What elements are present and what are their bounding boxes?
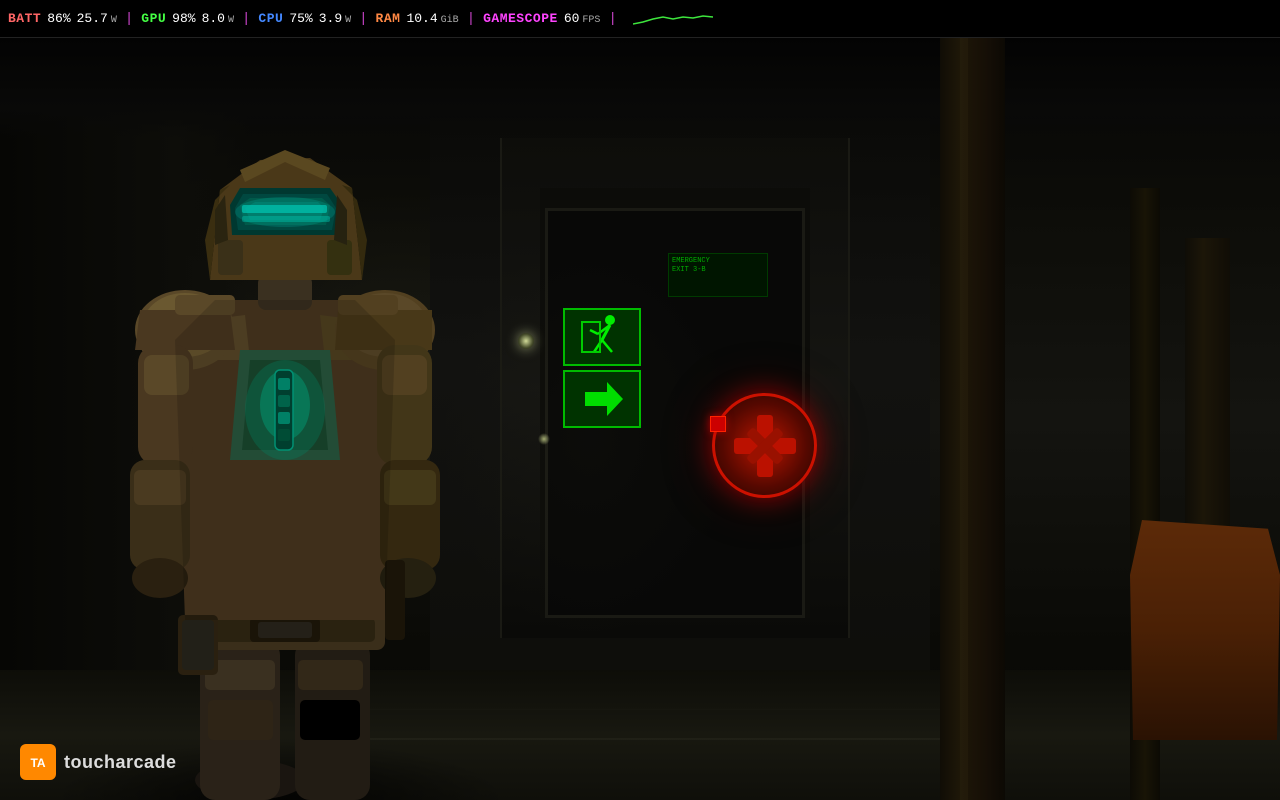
exit-sign-top: [563, 308, 641, 366]
info-panel: EMERGENCYEXIT 3-B: [668, 253, 768, 297]
hazard-wheel: [712, 393, 817, 498]
gpu-label: GPU: [141, 11, 166, 26]
watermark: TA toucharcade: [20, 744, 177, 780]
gamescope-label: GAMESCOPE: [483, 11, 558, 26]
ram-label: RAM: [376, 11, 401, 26]
svg-text:TA: TA: [30, 756, 45, 770]
cpu-label: CPU: [258, 11, 283, 26]
ram-block: RAM 10.4 GiB: [376, 11, 459, 26]
gpu-block: GPU 98% 8.0 W: [141, 11, 234, 26]
sep-5: |: [608, 11, 616, 27]
batt-watts-unit: W: [111, 15, 117, 26]
watermark-icon: TA: [20, 744, 56, 780]
batt-label: BATT: [8, 11, 41, 26]
fps-graph: [633, 9, 713, 29]
gpu-watts: 8.0: [202, 11, 225, 26]
cpu-watts-unit: W: [345, 15, 351, 26]
ram-unit: GiB: [441, 15, 459, 26]
fps-value: 60: [564, 11, 580, 26]
cpu-watts: 3.9: [319, 11, 342, 26]
cpu-percent: 75%: [289, 11, 312, 26]
gpu-watts-unit: W: [228, 15, 234, 26]
vertical-pipe: [940, 38, 1005, 800]
gamescope-block: GAMESCOPE 60 FPS: [483, 11, 600, 26]
exit-sign-bottom: [563, 370, 641, 428]
batt-watts: 25.7: [77, 11, 108, 26]
sep-2: |: [242, 11, 250, 27]
sep-1: |: [125, 11, 133, 27]
ambient-light-2: [538, 433, 550, 445]
red-indicator: [710, 416, 726, 432]
watermark-text: toucharcade: [64, 752, 177, 773]
game-screen: EMERGENCYEXIT 3-B: [0, 0, 1280, 800]
rust-object: [1130, 520, 1280, 740]
game-corridor: EMERGENCYEXIT 3-B: [0, 38, 1280, 800]
gpu-percent: 98%: [172, 11, 195, 26]
fps-unit: FPS: [582, 15, 600, 26]
player-character: [30, 40, 530, 800]
ram-value: 10.4: [406, 11, 437, 26]
batt-block: BATT 86% 25.7 W: [8, 11, 117, 26]
hud-overlay-bar: BATT 86% 25.7 W | GPU 98% 8.0 W | CPU 75…: [0, 0, 1280, 38]
sep-3: |: [359, 11, 367, 27]
batt-percent: 86%: [47, 11, 70, 26]
cpu-block: CPU 75% 3.9 W: [258, 11, 351, 26]
sep-4: |: [467, 11, 475, 27]
